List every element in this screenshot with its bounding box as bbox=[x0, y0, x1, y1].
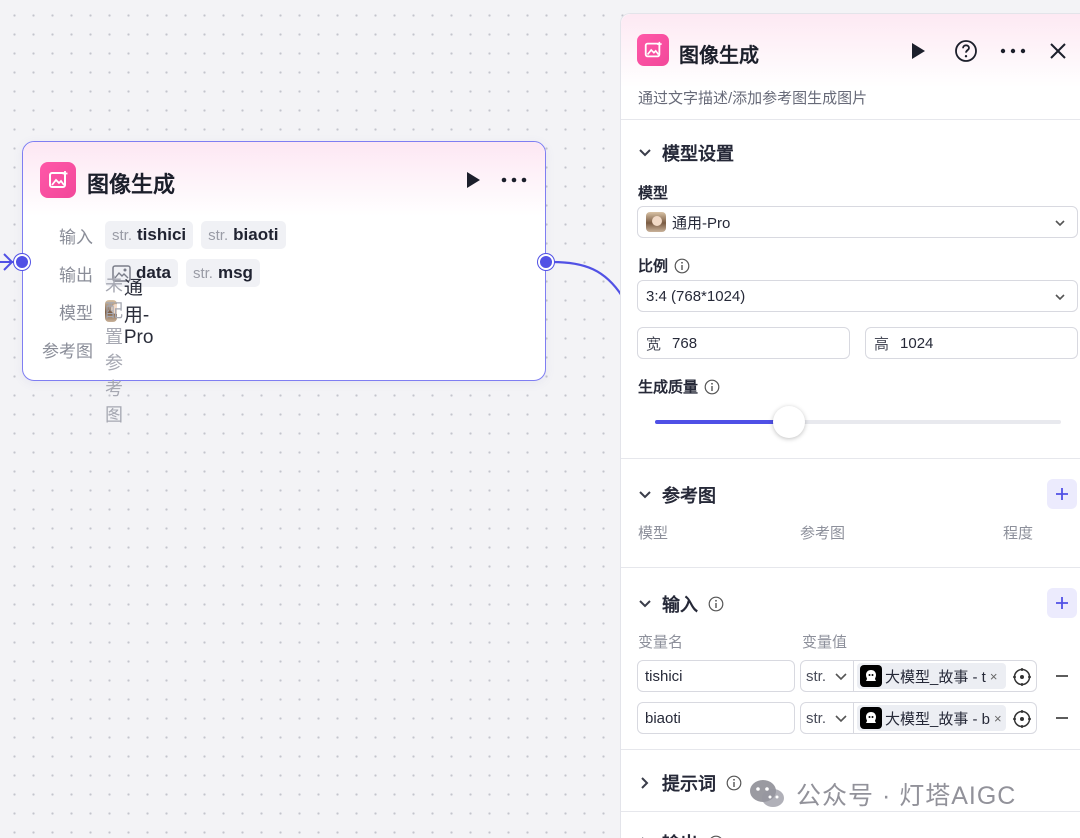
quality-slider[interactable] bbox=[655, 406, 1061, 438]
divider bbox=[621, 749, 1080, 750]
variable-value-ref[interactable]: 大模型_故事 - b × bbox=[854, 702, 1037, 734]
target-select-icon[interactable] bbox=[1012, 667, 1032, 687]
model-field-label: 模型 bbox=[638, 185, 669, 202]
panel-title: 图像生成 bbox=[679, 45, 759, 67]
quality-slider-thumb[interactable] bbox=[772, 406, 805, 438]
chevron-down-icon bbox=[638, 488, 652, 502]
more-options-icon[interactable] bbox=[500, 170, 528, 190]
chevron-down-icon bbox=[1053, 216, 1067, 230]
ref-image-section-header[interactable]: 参考图 bbox=[638, 482, 716, 508]
info-icon[interactable] bbox=[674, 258, 690, 274]
ref-col-image: 参考图 bbox=[800, 525, 846, 542]
remove-variable-button[interactable] bbox=[1055, 708, 1069, 728]
variable-type-select[interactable]: str. bbox=[800, 660, 854, 692]
height-input[interactable]: 高 1024 bbox=[865, 327, 1078, 359]
watermark: 公众号 · 灯塔AIGC bbox=[748, 776, 1016, 812]
info-icon[interactable] bbox=[704, 379, 720, 395]
node-header: 图像生成 bbox=[23, 142, 545, 216]
input-label: 输入 bbox=[59, 227, 93, 247]
run-play-icon[interactable] bbox=[463, 170, 483, 190]
chevron-down-icon bbox=[638, 597, 652, 611]
chevron-down-icon bbox=[638, 146, 652, 160]
model-label: 模型 bbox=[59, 303, 93, 323]
remove-variable-button[interactable] bbox=[1055, 666, 1069, 686]
panel-header: 图像生成 通过文字描述/添加参考图生成图片 bbox=[621, 14, 1080, 120]
divider bbox=[621, 567, 1080, 568]
output-chip-msg: str. msg bbox=[185, 259, 260, 287]
image-generate-icon bbox=[637, 34, 669, 66]
ratio-field-label: 比例 bbox=[638, 255, 690, 276]
llm-logo-icon bbox=[860, 707, 882, 729]
help-icon[interactable] bbox=[954, 39, 978, 63]
variable-type-select[interactable]: str. bbox=[800, 702, 854, 734]
quality-slider-fill bbox=[655, 420, 789, 424]
ref-chip[interactable]: 大模型_故事 - t × bbox=[857, 663, 1006, 689]
prompt-section-header[interactable]: 提示词 bbox=[638, 770, 742, 796]
divider bbox=[621, 458, 1080, 459]
width-input[interactable]: 宽 768 bbox=[637, 327, 850, 359]
run-play-icon[interactable] bbox=[908, 41, 928, 61]
chevron-right-icon bbox=[638, 776, 652, 790]
chevron-down-icon bbox=[835, 673, 847, 681]
node-input-port[interactable] bbox=[14, 254, 30, 270]
output-label: 输出 bbox=[59, 265, 93, 285]
remove-ref-icon[interactable]: × bbox=[994, 711, 1002, 726]
remove-ref-icon[interactable]: × bbox=[990, 669, 998, 684]
input-chip-tishici: str. tishici bbox=[105, 221, 194, 249]
input-chip-biaoti: str. biaoti bbox=[201, 221, 286, 249]
ref-chip[interactable]: 大模型_故事 - b × bbox=[857, 705, 1006, 731]
add-ref-image-button[interactable] bbox=[1047, 479, 1077, 509]
info-icon[interactable] bbox=[726, 775, 742, 791]
model-avatar bbox=[646, 212, 666, 232]
model-settings-header[interactable]: 模型设置 bbox=[638, 140, 734, 166]
chevron-down-icon bbox=[1053, 290, 1067, 304]
quality-field-label: 生成质量 bbox=[638, 376, 720, 397]
image-generation-node[interactable]: 图像生成 输入 str. tishici str. biaoti 输出 data… bbox=[22, 141, 546, 425]
node-settings-panel: 图像生成 通过文字描述/添加参考图生成图片 模型设置 模型 通用-Pro 比例 … bbox=[620, 13, 1080, 838]
ratio-select[interactable]: 3:4 (768*1024) bbox=[637, 280, 1078, 312]
node-title: 图像生成 bbox=[87, 172, 176, 197]
ref-value: 未配置参考图 bbox=[105, 275, 123, 425]
info-icon[interactable] bbox=[708, 596, 724, 612]
input-col-name: 变量名 bbox=[638, 634, 684, 651]
target-select-icon[interactable] bbox=[1012, 709, 1032, 729]
ref-col-strength: 程度 bbox=[1003, 525, 1034, 542]
add-input-button[interactable] bbox=[1047, 588, 1077, 618]
variable-name-input[interactable]: biaoti bbox=[637, 702, 795, 734]
variable-name-input[interactable]: tishici bbox=[637, 660, 795, 692]
more-options-icon[interactable] bbox=[999, 41, 1027, 61]
image-generate-icon bbox=[40, 162, 76, 198]
model-select[interactable]: 通用-Pro bbox=[637, 206, 1078, 238]
output-section-header[interactable]: 输出 bbox=[638, 830, 724, 838]
llm-logo-icon bbox=[860, 665, 882, 687]
ref-col-model: 模型 bbox=[638, 525, 669, 542]
input-section-header[interactable]: 输入 bbox=[638, 591, 724, 617]
chevron-down-icon bbox=[835, 715, 847, 723]
panel-description: 通过文字描述/添加参考图生成图片 bbox=[638, 90, 868, 107]
close-icon[interactable] bbox=[1047, 40, 1069, 62]
node-output-port[interactable] bbox=[538, 254, 554, 270]
ref-label: 参考图 bbox=[42, 341, 93, 361]
variable-value-ref[interactable]: 大模型_故事 - t × bbox=[854, 660, 1037, 692]
wechat-icon bbox=[750, 780, 784, 807]
input-col-value: 变量值 bbox=[802, 634, 848, 651]
